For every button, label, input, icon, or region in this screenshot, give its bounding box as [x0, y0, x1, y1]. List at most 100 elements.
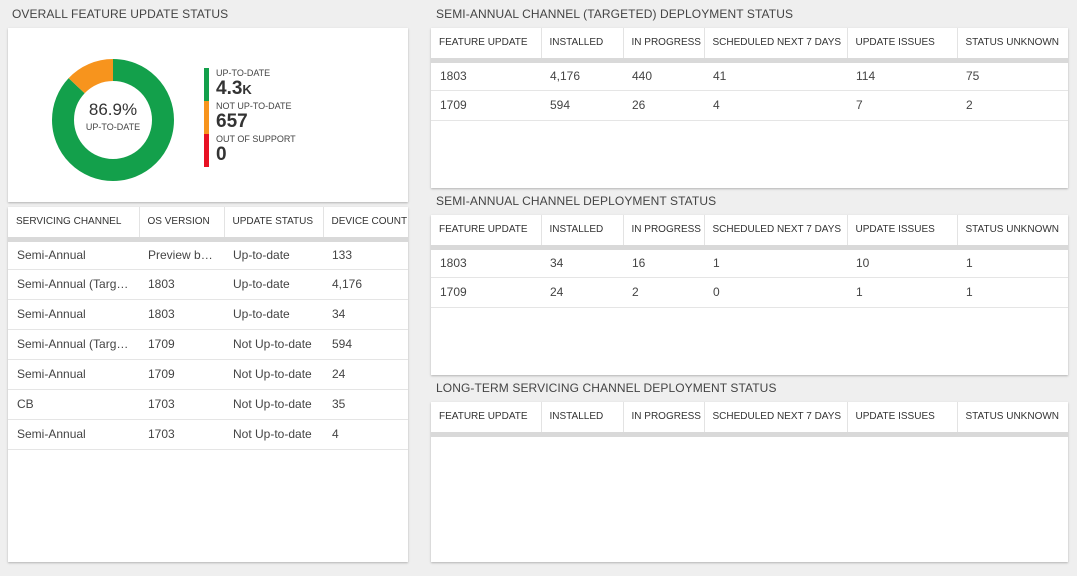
table-row[interactable]: 1709 24 2 0 1 1 — [431, 277, 1068, 308]
table-cell: Semi-Annual — [8, 359, 139, 390]
table-cell: 1 — [957, 277, 1068, 308]
table-row[interactable]: 1709 594 26 4 7 2 — [431, 90, 1068, 121]
table-row[interactable]: Semi-Annual 1703 Not Up-to-date 4 — [8, 419, 408, 450]
table-row[interactable]: Semi-Annual Preview build Up-to-date 133 — [8, 239, 408, 270]
column-header[interactable]: INSTALLED — [541, 28, 624, 63]
table-cell: Not Up-to-date — [224, 359, 323, 390]
table-cell: 1709 — [431, 277, 541, 308]
column-header[interactable]: IN PROGRESS — [623, 28, 705, 63]
table-cell: 4 — [323, 419, 408, 450]
column-header[interactable]: IN PROGRESS — [623, 215, 705, 250]
legend-not-up-to-date[interactable]: NOT UP-TO-DATE 657 — [204, 101, 292, 134]
table-row[interactable]: CB 1703 Not Up-to-date 35 — [8, 389, 408, 420]
table-cell: 26 — [623, 90, 704, 121]
table-cell: 1803 — [431, 247, 541, 278]
table-cell: 10 — [847, 247, 957, 278]
column-header[interactable]: FEATURE UPDATE — [431, 28, 542, 63]
table-cell: 4,176 — [323, 269, 408, 300]
table-cell: 114 — [847, 60, 957, 91]
table-cell: 1 — [847, 277, 957, 308]
table-cell: 1803 — [431, 60, 541, 91]
column-header[interactable]: FEATURE UPDATE — [431, 215, 542, 250]
column-header[interactable]: FEATURE UPDATE — [431, 402, 542, 437]
table-cell: CB — [8, 389, 139, 420]
table-cell: Preview build — [139, 239, 224, 270]
table-row[interactable]: Semi-Annual (Targeted) 1709 Not Up-to-date… — [8, 329, 408, 360]
table-cell: 2 — [957, 90, 1068, 121]
table-header-row: FEATURE UPDATE INSTALLED IN PROGRESS SCHEDU… — [431, 215, 1068, 250]
table-cell: 1709 — [431, 90, 541, 121]
table-cell: Semi-Annual (Targeted) — [8, 329, 139, 360]
table-cell: 1709 — [139, 329, 224, 360]
table-cell: 16 — [623, 247, 704, 278]
table-cell: 4,176 — [541, 60, 623, 91]
table-cell: 1803 — [139, 299, 224, 330]
table-row[interactable]: 1803 34 16 1 10 1 — [431, 247, 1068, 278]
table-header-row: SERVICING CHANNEL OS VERSION UPDATE STATUS… — [8, 207, 408, 242]
table-cell: 35 — [323, 389, 408, 420]
semiannual-deployment-card: FEATURE UPDATE INSTALLED IN PROGRESS SCHEDU… — [431, 215, 1068, 375]
legend-value: 0 — [216, 144, 227, 165]
column-header[interactable]: UPDATE ISSUES — [847, 402, 958, 437]
targeted-deployment-card: FEATURE UPDATE INSTALLED IN PROGRESS SCHEDU… — [431, 28, 1068, 188]
table-header-row: FEATURE UPDATE INSTALLED IN PROGRESS SCHEDU… — [431, 28, 1068, 63]
column-header[interactable]: UPDATE ISSUES — [847, 28, 958, 63]
legend-value: 4.3K — [216, 78, 252, 99]
table-cell: 34 — [541, 247, 623, 278]
semiannual-deployment-table: FEATURE UPDATE INSTALLED IN PROGRESS SCHEDU… — [431, 215, 1068, 308]
servicing-channel-card: SERVICING CHANNEL OS VERSION UPDATE STATUS… — [8, 207, 408, 562]
overall-status-title: OVERALL FEATURE UPDATE STATUS — [12, 7, 229, 21]
table-cell: 4 — [704, 90, 847, 121]
table-cell: 41 — [704, 60, 847, 91]
donut-center: 86.9% UP-TO-DATE — [48, 100, 178, 132]
table-cell: 34 — [323, 299, 408, 330]
ltsc-deployment-table: FEATURE UPDATE INSTALLED IN PROGRESS SCHEDU… — [431, 402, 1068, 437]
table-row[interactable]: Semi-Annual 1803 Up-to-date 34 — [8, 299, 408, 330]
column-header[interactable]: UPDATE STATUS — [224, 207, 324, 242]
column-header[interactable]: DEVICE COUNT — [323, 207, 408, 242]
column-header[interactable]: SCHEDULED NEXT 7 DAYS — [704, 402, 848, 437]
table-cell: Not Up-to-date — [224, 329, 323, 360]
overall-status-card[interactable]: 86.9% UP-TO-DATE UP-TO-DATE 4.3K NOT UP-… — [8, 28, 408, 202]
table-header-row: FEATURE UPDATE INSTALLED IN PROGRESS SCHEDU… — [431, 402, 1068, 437]
column-header[interactable]: SCHEDULED NEXT 7 DAYS — [704, 215, 848, 250]
column-header[interactable]: SCHEDULED NEXT 7 DAYS — [704, 28, 848, 63]
column-header[interactable]: STATUS UNKNOWN — [957, 215, 1068, 250]
table-cell: 24 — [541, 277, 623, 308]
table-cell: 2 — [623, 277, 704, 308]
column-header[interactable]: SERVICING CHANNEL — [8, 207, 140, 242]
table-cell: Semi-Annual — [8, 419, 139, 450]
column-header[interactable]: INSTALLED — [541, 402, 624, 437]
table-row[interactable]: Semi-Annual (Targeted) 1803 Up-to-date 4,17… — [8, 269, 408, 300]
legend-out-of-support[interactable]: OUT OF SUPPORT 0 — [204, 134, 296, 167]
table-cell: 0 — [704, 277, 847, 308]
table-cell: 1703 — [139, 389, 224, 420]
column-header[interactable]: OS VERSION — [139, 207, 225, 242]
semiannual-deployment-title: SEMI-ANNUAL CHANNEL DEPLOYMENT STATUS — [436, 194, 717, 208]
column-header[interactable]: IN PROGRESS — [623, 402, 705, 437]
table-cell: Semi-Annual — [8, 299, 139, 330]
table-cell: Semi-Annual (Targeted) — [8, 269, 139, 300]
column-header[interactable]: UPDATE ISSUES — [847, 215, 958, 250]
table-row[interactable]: 1803 4,176 440 41 114 75 — [431, 60, 1068, 91]
table-cell: 1703 — [139, 419, 224, 450]
column-header[interactable]: STATUS UNKNOWN — [957, 402, 1068, 437]
table-cell: 1 — [704, 247, 847, 278]
table-cell: 24 — [323, 359, 408, 390]
table-row[interactable]: Semi-Annual 1709 Not Up-to-date 24 — [8, 359, 408, 390]
table-cell: Semi-Annual — [8, 239, 139, 270]
column-header[interactable]: INSTALLED — [541, 215, 624, 250]
donut-percent: 86.9% — [88, 100, 138, 119]
servicing-channel-table: SERVICING CHANNEL OS VERSION UPDATE STATUS… — [8, 207, 408, 450]
table-cell: Not Up-to-date — [224, 389, 323, 420]
legend-up-to-date[interactable]: UP-TO-DATE 4.3K — [204, 68, 270, 101]
table-cell: 7 — [847, 90, 957, 121]
legend-label: UP-TO-DATE — [216, 68, 271, 78]
table-cell: Up-to-date — [224, 239, 323, 270]
table-cell: 1709 — [139, 359, 224, 390]
ltsc-deployment-title: LONG-TERM SERVICING CHANNEL DEPLOYMENT S… — [436, 381, 777, 395]
table-cell: 594 — [541, 90, 623, 121]
table-cell: 440 — [623, 60, 704, 91]
column-header[interactable]: STATUS UNKNOWN — [957, 28, 1068, 63]
donut-percent-label: UP-TO-DATE — [85, 122, 141, 132]
